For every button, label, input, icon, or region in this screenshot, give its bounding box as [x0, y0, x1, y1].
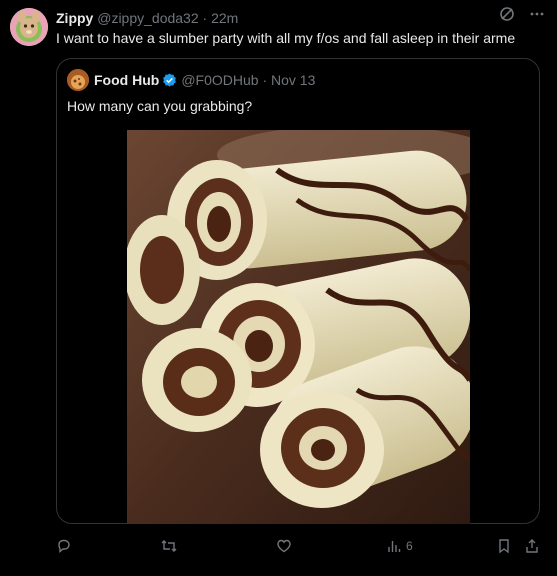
- post-header: Zippy @zippy_doda32 · 22m: [56, 8, 549, 28]
- verified-badge-icon: [162, 73, 177, 93]
- quoted-post[interactable]: Food Hub @F0ODHub · Nov 13 How many can y…: [56, 58, 540, 524]
- views-button[interactable]: 6: [386, 534, 413, 558]
- quoted-author-handle[interactable]: @F0ODHub: [181, 72, 258, 88]
- action-bar: 6: [56, 534, 540, 558]
- author-name[interactable]: Zippy: [56, 10, 93, 26]
- views-count: 6: [406, 539, 413, 553]
- like-button[interactable]: [276, 534, 292, 558]
- quoted-text: How many can you grabbing?: [67, 98, 253, 114]
- separator-dot: ·: [202, 10, 208, 26]
- views-icon: [386, 538, 402, 554]
- avatar-image: [10, 8, 48, 46]
- author-avatar[interactable]: [10, 8, 48, 46]
- like-icon: [276, 538, 292, 554]
- quoted-separator: ·: [262, 72, 268, 88]
- post-time[interactable]: 22m: [211, 10, 238, 26]
- quoted-avatar-image: [67, 69, 89, 91]
- repost-icon: [160, 538, 178, 554]
- quoted-media-image[interactable]: [127, 130, 470, 524]
- quoted-header: Food Hub @F0ODHub · Nov 13: [94, 70, 315, 93]
- reply-icon: [56, 538, 72, 554]
- repost-button[interactable]: [160, 534, 178, 558]
- author-handle[interactable]: @zippy_doda32: [97, 10, 198, 26]
- post: Zippy @zippy_doda32 · 22m I want to have…: [0, 0, 557, 576]
- quoted-date[interactable]: Nov 13: [271, 72, 315, 88]
- share-button[interactable]: [524, 534, 540, 558]
- post-text: I want to have a slumber party with all …: [56, 30, 516, 46]
- bookmark-button[interactable]: [496, 534, 512, 558]
- reply-button[interactable]: [56, 534, 72, 558]
- quoted-author-name[interactable]: Food Hub: [94, 72, 159, 88]
- grok-icon[interactable]: [499, 6, 515, 22]
- crepe-rolls-photo: [127, 130, 470, 524]
- quoted-author-avatar[interactable]: [67, 69, 89, 91]
- share-icon: [524, 538, 540, 554]
- bookmark-icon: [496, 538, 512, 554]
- more-icon[interactable]: [529, 6, 545, 22]
- header-actions: [499, 6, 545, 22]
